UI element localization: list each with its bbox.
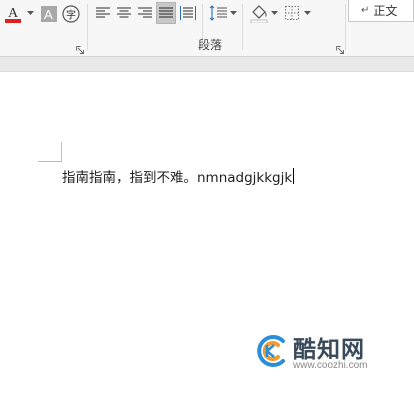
borders-dropdown[interactable] (303, 8, 311, 18)
paragraph-mark-icon: ↵ (361, 5, 370, 16)
align-center-icon (117, 7, 131, 18)
shading-button[interactable] (248, 2, 270, 24)
align-right-icon (138, 7, 152, 18)
watermark-url: www.coozhi.com (293, 360, 368, 371)
character-shading-icon: A (41, 6, 57, 22)
dialog-launcher-icon (336, 46, 344, 54)
document-text-line[interactable]: 指南指南，指到不难。nmnadgjkkgjk (62, 166, 295, 186)
dialog-launcher-icon (76, 46, 84, 54)
font-color-button[interactable]: A (2, 3, 24, 25)
watermark-title: 酷知网 (293, 337, 365, 363)
font-color-dropdown[interactable] (26, 8, 34, 18)
align-left-icon (96, 7, 110, 18)
paint-bucket-icon (250, 5, 268, 23)
paragraph-dialog-launcher[interactable] (336, 41, 344, 54)
paragraph-group-label: 段落 (197, 38, 222, 52)
svg-text:A: A (44, 7, 53, 22)
line-spacing-button[interactable] (207, 3, 229, 23)
group-separator (345, 4, 346, 50)
font-color-icon: A (5, 6, 21, 23)
svg-text:字: 字 (66, 9, 76, 22)
line-spacing-dropdown[interactable] (229, 8, 237, 18)
borders-icon (285, 6, 299, 20)
margin-corner-mark (61, 142, 62, 161)
character-shading-button[interactable]: A (38, 3, 60, 25)
coozhi-logo-icon (257, 335, 285, 367)
style-normal[interactable]: ↵ 正文 (348, 0, 414, 22)
watermark: 酷知网 www.coozhi.com (253, 330, 403, 380)
line-spacing-icon (209, 5, 227, 21)
document-text: 指南指南，指到不难。nmnadgjkkgjk (62, 170, 293, 186)
ribbon: A A 字 段落 ↵ 正文 (0, 0, 414, 57)
align-center-button[interactable] (114, 3, 134, 23)
enclose-characters-button[interactable]: 字 (60, 3, 82, 25)
chevron-down-icon (270, 11, 278, 15)
distributed-icon (180, 6, 196, 20)
justify-button[interactable] (156, 2, 176, 24)
distributed-button[interactable] (178, 3, 198, 23)
justify-icon (159, 7, 173, 18)
text-cursor (293, 168, 295, 184)
align-right-button[interactable] (135, 3, 155, 23)
chevron-down-icon (229, 11, 237, 15)
ruler-area (0, 57, 414, 72)
font-dialog-launcher[interactable] (76, 41, 84, 54)
group-separator (242, 4, 243, 50)
shading-dropdown[interactable] (270, 8, 278, 18)
margin-corner-mark (38, 161, 62, 162)
borders-button[interactable] (282, 3, 302, 23)
chevron-down-icon (303, 11, 311, 15)
align-left-button[interactable] (93, 3, 113, 23)
style-normal-label: 正文 (373, 4, 398, 18)
svg-text:A: A (8, 6, 19, 21)
enclose-characters-icon: 字 (62, 5, 80, 23)
chevron-down-icon (26, 11, 34, 15)
group-separator (87, 4, 88, 50)
